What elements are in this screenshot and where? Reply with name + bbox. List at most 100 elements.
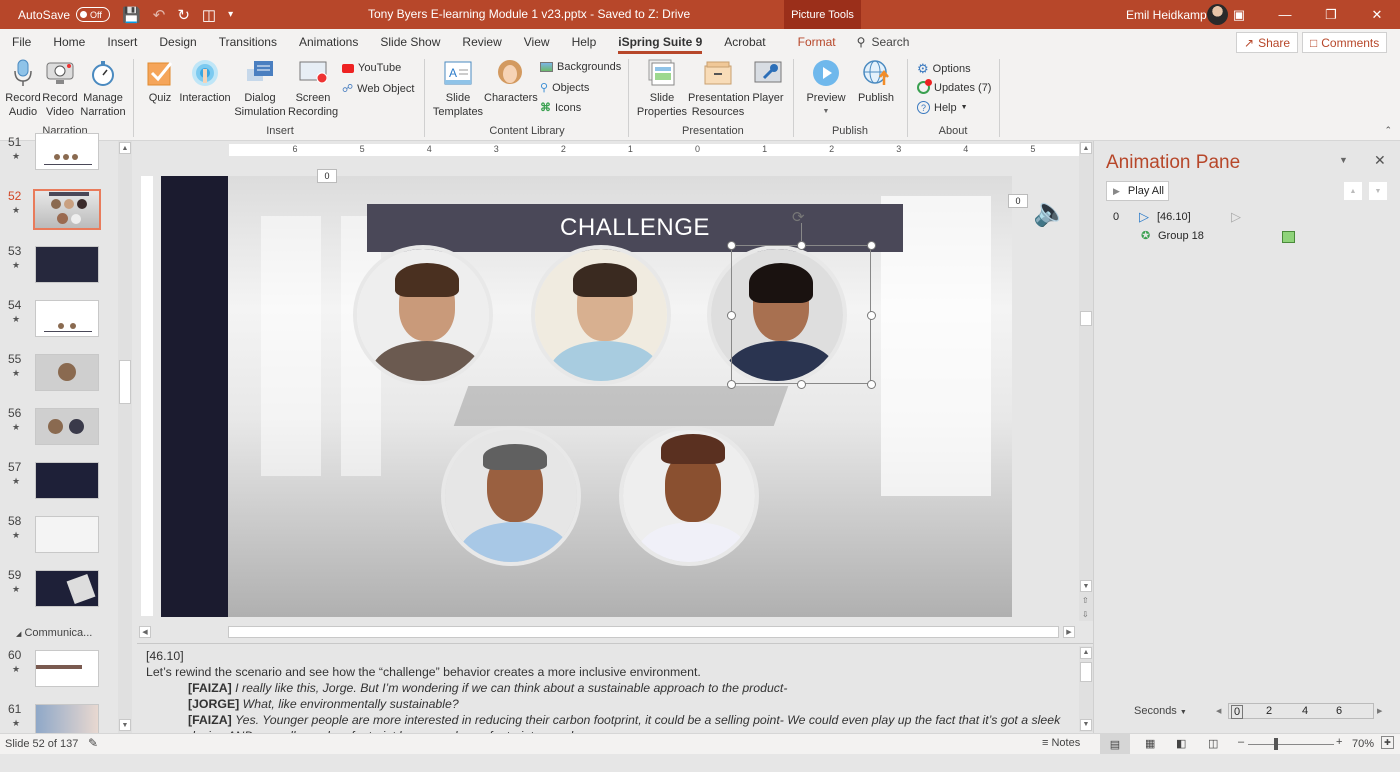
- tab-ispring-suite[interactable]: iSpring Suite 9: [607, 29, 713, 55]
- updates-button[interactable]: Updates (7): [917, 79, 991, 94]
- thumbnails-scrollbar[interactable]: ▲ ▼: [118, 141, 132, 733]
- tab-transitions[interactable]: Transitions: [208, 29, 288, 55]
- autosave-toggle[interactable]: Off: [76, 7, 111, 22]
- section-header[interactable]: ◢ Communica...: [16, 627, 92, 639]
- tab-format[interactable]: Format: [787, 29, 847, 55]
- timeline-right-icon[interactable]: ▶: [1377, 707, 1382, 715]
- screen-recording-button[interactable]: Screen Recording: [288, 59, 338, 119]
- play-all-button[interactable]: ▶ Play All: [1106, 181, 1169, 201]
- timeline-ruler[interactable]: 0 2 4 6: [1228, 703, 1374, 719]
- scroll-thumb[interactable]: [119, 360, 131, 404]
- redo-icon[interactable]: ↻: [177, 6, 190, 24]
- person-photo-5[interactable]: [619, 426, 759, 566]
- tab-acrobat[interactable]: Acrobat: [713, 29, 776, 55]
- notes-scrollbar[interactable]: ▲ ▼: [1079, 646, 1093, 732]
- presentation-resources-button[interactable]: Presentation Resources: [688, 59, 750, 119]
- timeline-left-icon[interactable]: ◀: [1216, 707, 1221, 715]
- backgrounds-button[interactable]: Backgrounds: [540, 61, 621, 73]
- animation-item-label[interactable]: Group 18: [1158, 230, 1204, 242]
- animation-tag[interactable]: 0: [1008, 194, 1028, 208]
- audio-speaker-icon[interactable]: 🔈: [1033, 195, 1068, 228]
- resize-handle[interactable]: [727, 380, 736, 389]
- search-box[interactable]: ⚲ Search: [857, 35, 910, 49]
- move-up-icon[interactable]: ▲: [1344, 182, 1362, 200]
- options-button[interactable]: ⚙ Options: [917, 61, 971, 77]
- editor-vertical-scrollbar[interactable]: ▲ ▼ ⇧ ⇩: [1079, 141, 1093, 621]
- publish-button[interactable]: Publish: [856, 59, 896, 105]
- manage-narration-button[interactable]: Manage Narration: [80, 59, 126, 119]
- dialog-simulation-button[interactable]: Dialog Simulation: [232, 59, 288, 119]
- user-name[interactable]: Emil Heidkamp: [1126, 8, 1207, 22]
- comments-button[interactable]: □ Comments: [1302, 32, 1388, 53]
- icons-button[interactable]: ⌘ Icons: [540, 101, 581, 115]
- tab-file[interactable]: File: [0, 29, 42, 55]
- person-photo-2[interactable]: [531, 245, 671, 385]
- zoom-out-icon[interactable]: –: [1238, 736, 1244, 748]
- notes-button[interactable]: ≡ Notes: [1042, 737, 1080, 749]
- scroll-down-icon[interactable]: ▼: [1080, 719, 1092, 731]
- resize-handle[interactable]: [867, 311, 876, 320]
- collapse-ribbon-icon[interactable]: ⌃: [1384, 125, 1392, 136]
- record-video-button[interactable]: Record Video: [42, 59, 78, 119]
- slide-sorter-icon[interactable]: ▦: [1145, 737, 1155, 750]
- tab-insert[interactable]: Insert: [96, 29, 148, 55]
- resize-handle[interactable]: [797, 380, 806, 389]
- move-down-icon[interactable]: ▼: [1369, 182, 1387, 200]
- rotate-handle-icon[interactable]: ⟳: [792, 208, 805, 226]
- editor-horizontal-scrollbar[interactable]: ◀ ▶: [137, 625, 1077, 639]
- save-icon[interactable]: 💾: [122, 6, 141, 24]
- ribbon-display-icon[interactable]: ▣: [1216, 0, 1262, 29]
- scroll-up-icon[interactable]: ▲: [1080, 647, 1092, 659]
- zoom-in-icon[interactable]: +: [1336, 736, 1342, 748]
- tab-help[interactable]: Help: [561, 29, 608, 55]
- person-photo-4[interactable]: [441, 426, 581, 566]
- scroll-up-icon[interactable]: ▲: [1080, 142, 1092, 154]
- slide-properties-button[interactable]: Slide Properties: [636, 59, 688, 119]
- animation-trigger-label[interactable]: [46.10]: [1157, 211, 1191, 223]
- objects-button[interactable]: ⚲ Objects: [540, 81, 589, 95]
- resize-handle[interactable]: [867, 380, 876, 389]
- restore-icon[interactable]: ❐: [1308, 0, 1354, 29]
- scroll-right-icon[interactable]: ▶: [1063, 626, 1075, 638]
- resize-handle[interactable]: [797, 241, 806, 250]
- scroll-down-icon[interactable]: ▼: [119, 719, 131, 731]
- customize-qat-icon[interactable]: ▾: [228, 9, 233, 20]
- quiz-button[interactable]: Quiz: [144, 59, 176, 105]
- animation-tag[interactable]: 0: [317, 169, 337, 183]
- youtube-button[interactable]: YouTube: [342, 62, 401, 74]
- zoom-level[interactable]: 70%: [1352, 738, 1374, 750]
- scroll-up-icon[interactable]: ▲: [119, 142, 131, 154]
- slide-templates-button[interactable]: A Slide Templates: [432, 59, 484, 119]
- present-icon[interactable]: ◫: [202, 6, 216, 24]
- tab-animations[interactable]: Animations: [288, 29, 369, 55]
- web-object-button[interactable]: ☍ Web Object: [342, 82, 414, 96]
- person-photo-1[interactable]: [353, 245, 493, 385]
- scroll-thumb[interactable]: [228, 626, 1059, 638]
- reading-view-icon[interactable]: ◧: [1176, 737, 1186, 750]
- scroll-left-icon[interactable]: ◀: [139, 626, 151, 638]
- scroll-thumb[interactable]: [1080, 662, 1092, 682]
- scroll-down-icon[interactable]: ▼: [1080, 580, 1092, 592]
- pane-options-dropdown-icon[interactable]: ▼: [1339, 155, 1348, 165]
- tab-home[interactable]: Home: [42, 29, 96, 55]
- timeline-unit-dropdown[interactable]: Seconds ▼: [1134, 705, 1187, 717]
- help-button[interactable]: ? Help ▼: [917, 101, 968, 114]
- tab-review[interactable]: Review: [451, 29, 512, 55]
- resize-handle[interactable]: [867, 241, 876, 250]
- timing-bar[interactable]: [1282, 231, 1295, 243]
- preview-button[interactable]: Preview ▼: [804, 59, 848, 119]
- zoom-slider-thumb[interactable]: [1274, 738, 1278, 750]
- tab-slide-show[interactable]: Slide Show: [369, 29, 451, 55]
- record-audio-button[interactable]: Record Audio: [4, 59, 42, 119]
- interaction-button[interactable]: Interaction: [178, 59, 232, 105]
- slideshow-view-icon[interactable]: ◫: [1208, 737, 1218, 750]
- fit-slide-icon[interactable]: ✚: [1381, 736, 1394, 749]
- zoom-slider-track[interactable]: [1248, 744, 1334, 745]
- tab-design[interactable]: Design: [148, 29, 207, 55]
- player-button[interactable]: Player: [750, 59, 786, 105]
- tab-view[interactable]: View: [513, 29, 561, 55]
- undo-icon[interactable]: ↶: [153, 6, 166, 24]
- preview-dropdown-icon[interactable]: ▼: [804, 105, 848, 119]
- share-button[interactable]: ↗ Share: [1236, 32, 1299, 53]
- resize-handle[interactable]: [727, 311, 736, 320]
